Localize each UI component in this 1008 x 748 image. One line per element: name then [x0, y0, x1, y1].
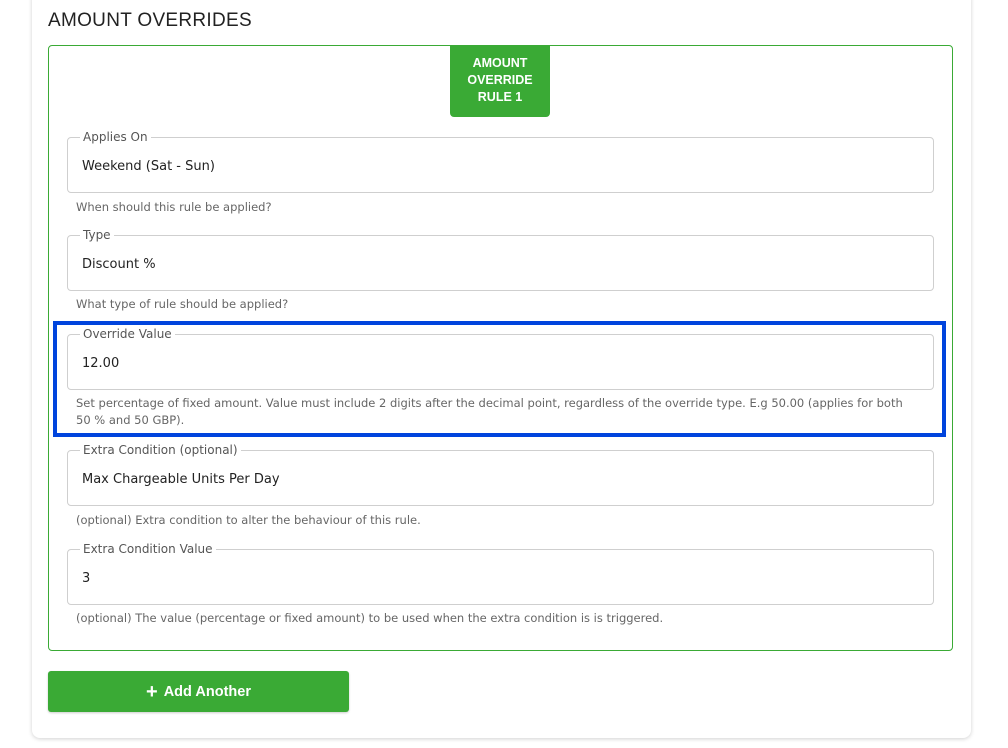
rule-badge-line: AMOUNT: [472, 56, 528, 70]
extra-condition-value: Max Chargeable Units Per Day: [82, 472, 280, 487]
rule-badge-line: OVERRIDE: [467, 73, 533, 87]
rule-badge: AMOUNT OVERRIDE RULE 1: [450, 45, 550, 117]
add-another-button[interactable]: + Add Another: [48, 671, 349, 712]
section-title: AMOUNT OVERRIDES: [48, 10, 252, 31]
applies-on-label: Applies On: [80, 129, 151, 145]
rule-badge-line: RULE 1: [477, 90, 523, 104]
applies-on-value: Weekend (Sat - Sun): [82, 159, 215, 174]
extra-condition-value-label: Extra Condition Value: [80, 541, 216, 557]
add-another-label: Add Another: [163, 683, 251, 700]
extra-condition-value-input[interactable]: 3: [82, 571, 912, 586]
extra-condition-helper: (optional) Extra condition to alter the …: [76, 513, 421, 527]
extra-condition-select[interactable]: Extra Condition (optional) Max Chargeabl…: [67, 442, 934, 506]
type-select[interactable]: Type Discount %: [67, 227, 934, 291]
extra-condition-value-field[interactable]: Extra Condition Value 3: [67, 541, 934, 605]
highlight-box: [53, 321, 946, 437]
plus-icon: +: [146, 680, 158, 703]
type-helper: What type of rule should be applied?: [76, 297, 289, 311]
type-label: Type: [80, 227, 114, 243]
extra-condition-label: Extra Condition (optional): [80, 442, 241, 458]
extra-condition-value-helper: (optional) The value (percentage or fixe…: [76, 611, 664, 625]
type-value: Discount %: [82, 257, 156, 272]
applies-on-select[interactable]: Applies On Weekend (Sat - Sun): [67, 129, 934, 193]
applies-on-helper: When should this rule be applied?: [76, 200, 272, 214]
